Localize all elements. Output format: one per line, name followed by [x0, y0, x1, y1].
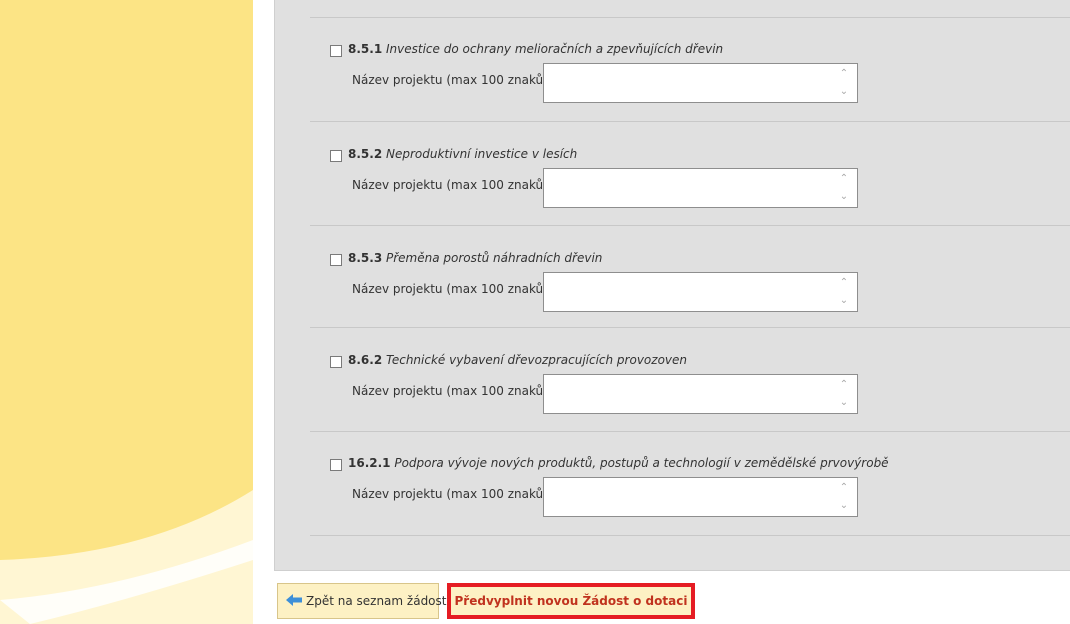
project-name-textarea[interactable]: ⌃ ⌄: [543, 168, 858, 208]
prefill-button-label: Předvyplnit novou Žádost o dotaci: [454, 594, 688, 608]
chevron-up-icon[interactable]: ⌃: [837, 380, 851, 390]
project-name-textarea[interactable]: ⌃ ⌄: [543, 63, 858, 103]
content-panel: 8.5.1 Investice do ochrany melioračních …: [274, 0, 1070, 571]
section-title: 16.2.1 Podpora vývoje nových produktů, p…: [348, 456, 889, 470]
page-curl-decoration: [0, 490, 253, 624]
chevron-down-icon[interactable]: ⌄: [837, 87, 851, 97]
section-checkbox[interactable]: [330, 356, 342, 368]
arrow-left-icon: [286, 593, 302, 609]
project-name-label: Název projektu (max 100 znaků):: [352, 282, 552, 296]
chevron-up-icon[interactable]: ⌃: [837, 483, 851, 493]
project-name-textarea[interactable]: ⌃ ⌄: [543, 374, 858, 414]
chevron-up-icon[interactable]: ⌃: [837, 69, 851, 79]
project-name-label: Název projektu (max 100 znaků):: [352, 178, 552, 192]
section-divider: [310, 431, 1070, 432]
project-name-textarea[interactable]: ⌃ ⌄: [543, 477, 858, 517]
chevron-down-icon[interactable]: ⌄: [837, 501, 851, 511]
section-divider: [310, 121, 1070, 122]
prefill-new-application-button[interactable]: Předvyplnit novou Žádost o dotaci: [447, 583, 695, 619]
section-checkbox[interactable]: [330, 45, 342, 57]
section-title: 8.5.3 Přeměna porostů náhradních dřevin: [348, 251, 603, 265]
chevron-down-icon[interactable]: ⌄: [837, 192, 851, 202]
left-decorative-panel: [0, 0, 253, 624]
project-name-label: Název projektu (max 100 znaků):: [352, 384, 552, 398]
section-checkbox[interactable]: [330, 254, 342, 266]
back-to-list-button[interactable]: Zpět na seznam žádostí: [277, 583, 450, 619]
section-8-5-3: 8.5.3 Přeměna porostů náhradních dřevin …: [275, 251, 1070, 354]
section-title: 8.6.2 Technické vybavení dřevozpracující…: [348, 353, 687, 367]
section-checkbox[interactable]: [330, 459, 342, 471]
section-divider: [310, 225, 1070, 226]
chevron-down-icon[interactable]: ⌄: [837, 296, 851, 306]
chevron-up-icon[interactable]: ⌃: [837, 278, 851, 288]
chevron-down-icon[interactable]: ⌄: [837, 398, 851, 408]
project-name-label: Název projektu (max 100 znaků):: [352, 73, 552, 87]
section-title: 8.5.2 Neproduktivní investice v lesích: [348, 147, 578, 161]
section-divider: [310, 535, 1070, 536]
chevron-up-icon[interactable]: ⌃: [837, 174, 851, 184]
section-8-6-2: 8.6.2 Technické vybavení dřevozpracující…: [275, 353, 1070, 456]
section-8-5-1: 8.5.1 Investice do ochrany melioračních …: [275, 42, 1070, 145]
project-name-textarea[interactable]: ⌃ ⌄: [543, 272, 858, 312]
section-title: 8.5.1 Investice do ochrany melioračních …: [348, 42, 724, 56]
section-16-2-1: 16.2.1 Podpora vývoje nových produktů, p…: [275, 456, 1070, 559]
section-divider: [310, 17, 1070, 18]
section-checkbox[interactable]: [330, 150, 342, 162]
back-button-label: Zpět na seznam žádostí: [306, 594, 450, 608]
project-name-label: Název projektu (max 100 znaků):: [352, 487, 552, 501]
section-divider: [310, 327, 1070, 328]
section-8-5-2: 8.5.2 Neproduktivní investice v lesích N…: [275, 147, 1070, 250]
